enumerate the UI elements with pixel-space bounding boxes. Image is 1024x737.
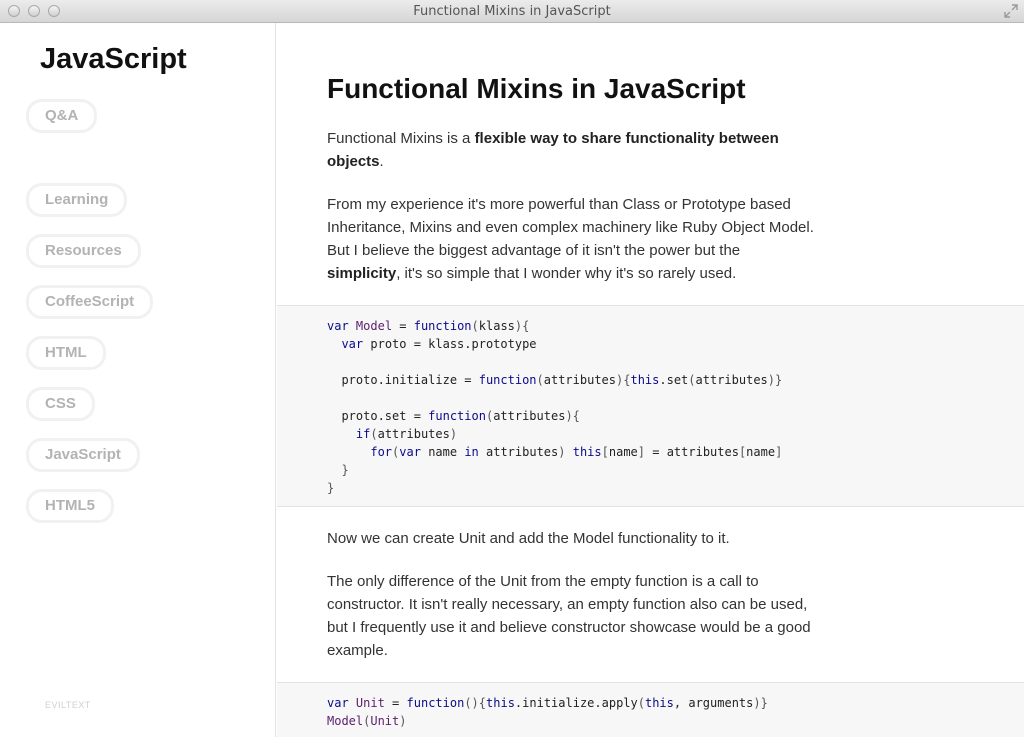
code-model-line-3 bbox=[327, 353, 782, 371]
sidebar-item-html5[interactable]: HTML5 bbox=[26, 489, 114, 523]
code-model-line-4: proto.initialize = function(attributes){… bbox=[327, 373, 783, 387]
code-model-line-10: } bbox=[327, 481, 335, 495]
code-model-line-9: } bbox=[341, 463, 349, 477]
code-model-line-7: if(attributes) bbox=[355, 427, 458, 441]
sidebar-item-css[interactable]: CSS bbox=[26, 387, 95, 421]
code-model-line-8: for(var name in attributes) this[name] =… bbox=[370, 445, 783, 459]
sidebar-item-html[interactable]: HTML bbox=[26, 336, 106, 370]
sidebar-item-javascript[interactable]: JavaScript bbox=[26, 438, 140, 472]
code-unit-line-2: Model(Unit) bbox=[327, 714, 407, 728]
code-model: var Model = function(klass){ var proto =… bbox=[327, 317, 782, 497]
article-paragraph-3: Now we can create Unit and add the Model… bbox=[327, 530, 730, 547]
sidebar-item-learning[interactable]: Learning bbox=[26, 183, 128, 217]
code-model-line-2: var proto = klass.prototype bbox=[341, 337, 537, 351]
window-titlebar: Functional Mixins in JavaScript bbox=[0, 0, 1024, 23]
code-unit-line-1: var Unit = function(){this.initialize.ap… bbox=[327, 696, 768, 710]
code-block-model: var Model = function(klass){ var proto =… bbox=[277, 305, 1024, 507]
article-paragraph-4: The only difference of the Unit from the… bbox=[327, 573, 811, 659]
code-block-unit: var Unit = function(){this.initialize.ap… bbox=[277, 682, 1024, 737]
code-model-line-5 bbox=[327, 389, 782, 407]
sidebar: JavaScript Q&A Learning Resources Coffee… bbox=[0, 23, 276, 737]
code-model-line-1: var Model = function(klass){ bbox=[327, 319, 530, 333]
footer-brand[interactable]: EVILTEXT bbox=[45, 700, 91, 710]
site-brand[interactable]: JavaScript bbox=[40, 43, 187, 76]
sidebar-item-resources[interactable]: Resources bbox=[26, 234, 141, 268]
sidebar-item-coffeescript[interactable]: CoffeeScript bbox=[26, 285, 154, 319]
sidebar-item-qa[interactable]: Q&A bbox=[26, 99, 98, 133]
window-title: Functional Mixins in JavaScript bbox=[413, 4, 611, 19]
article-title: Functional Mixins in JavaScript bbox=[327, 73, 746, 104]
code-unit: var Unit = function(){this.initialize.ap… bbox=[327, 694, 768, 730]
article-paragraph-1: Functional Mixins is a flexible way to s… bbox=[327, 130, 779, 170]
article-paragraph-2: From my experience it's more powerful th… bbox=[327, 196, 814, 282]
fullscreen-icon[interactable] bbox=[1004, 4, 1018, 18]
article: Functional Mixins in JavaScript Function… bbox=[277, 23, 1024, 737]
code-model-line-6: proto.set = function(attributes){ bbox=[327, 409, 580, 423]
